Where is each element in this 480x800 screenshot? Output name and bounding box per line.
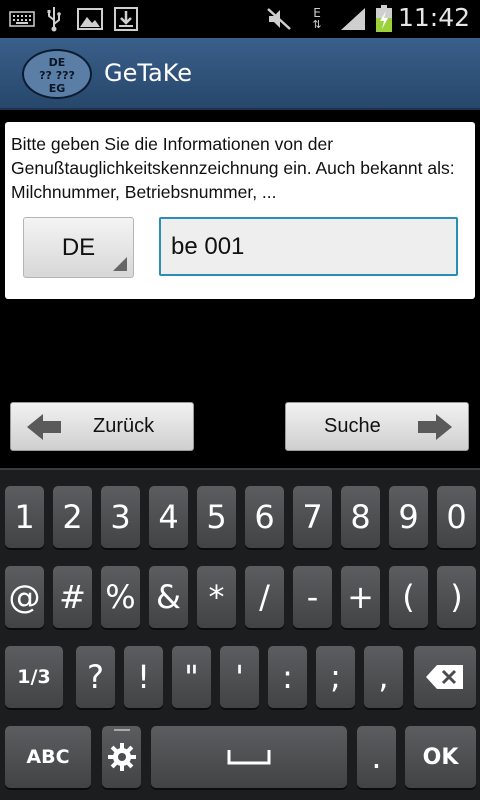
key-at[interactable]: @ <box>5 566 44 628</box>
key-7[interactable]: 7 <box>293 486 332 548</box>
title-bar: DE ?? ??? EG GeTaKe <box>0 38 480 110</box>
download-icon <box>113 6 139 32</box>
input-panel: Bitte geben Sie die Informationen von de… <box>5 122 475 299</box>
key-percent[interactable]: % <box>101 566 140 628</box>
battery-charging-icon <box>374 5 394 32</box>
key-symbols-page[interactable]: 1/3 <box>5 646 63 708</box>
key-comma[interactable]: , <box>364 646 403 708</box>
back-button-label: Zurück <box>93 415 155 437</box>
key-9[interactable]: 9 <box>389 486 428 548</box>
back-button[interactable]: Zurück <box>10 402 194 451</box>
arrow-right-icon <box>418 414 452 440</box>
code-input-value: be 001 <box>171 232 245 260</box>
key-1[interactable]: 1 <box>5 486 44 548</box>
backspace-icon <box>426 665 463 689</box>
mute-icon <box>265 6 293 32</box>
key-question[interactable]: ? <box>76 646 115 708</box>
ok-key[interactable]: OK <box>405 726 476 788</box>
gear-icon <box>107 743 136 771</box>
key-hint-bar <box>114 729 130 731</box>
space-bar-icon <box>227 750 271 765</box>
on-screen-keyboard: 1 2 3 4 5 6 7 8 9 0 @ # % & * / - + ( ) … <box>0 468 480 800</box>
key-close-paren[interactable]: ) <box>437 566 476 628</box>
key-3[interactable]: 3 <box>101 486 140 548</box>
key-slash[interactable]: / <box>245 566 284 628</box>
country-value: DE <box>61 233 96 261</box>
signal-icon <box>338 6 368 32</box>
code-input[interactable]: be 001 <box>159 217 458 276</box>
key-period[interactable]: . <box>357 726 396 788</box>
usb-icon <box>44 6 64 32</box>
key-backspace[interactable] <box>414 646 476 708</box>
country-spinner[interactable]: DE <box>23 217 134 278</box>
status-time: 11:42 <box>397 3 470 32</box>
key-ampersand[interactable]: & <box>149 566 188 628</box>
space-key[interactable] <box>151 726 347 788</box>
search-button[interactable]: Suche <box>285 402 469 451</box>
key-plus[interactable]: + <box>341 566 380 628</box>
key-5[interactable]: 5 <box>197 486 236 548</box>
key-semicolon[interactable]: ; <box>316 646 355 708</box>
key-6[interactable]: 6 <box>245 486 284 548</box>
key-asterisk[interactable]: * <box>197 566 236 628</box>
data-transfer-icon: E ⇅ <box>312 6 322 31</box>
image-icon <box>76 6 104 32</box>
key-colon[interactable]: : <box>268 646 307 708</box>
info-text: Bitte geben Sie die Informationen von de… <box>11 134 455 202</box>
arrow-left-icon <box>27 414 61 440</box>
key-abc[interactable]: ABC <box>5 726 91 788</box>
dropdown-corner-icon <box>113 257 127 271</box>
key-double-quote[interactable]: " <box>172 646 211 708</box>
status-bar: E ⇅ 11:42 <box>0 0 480 38</box>
key-minus[interactable]: - <box>293 566 332 628</box>
app-logo: DE ?? ??? EG <box>22 49 92 99</box>
key-8[interactable]: 8 <box>341 486 380 548</box>
key-single-quote[interactable]: ' <box>220 646 259 708</box>
key-0[interactable]: 0 <box>437 486 476 548</box>
settings-key[interactable] <box>102 726 141 788</box>
key-hash[interactable]: # <box>53 566 92 628</box>
key-2[interactable]: 2 <box>53 486 92 548</box>
app-title: GeTaKe <box>104 59 193 87</box>
key-4[interactable]: 4 <box>149 486 188 548</box>
key-exclamation[interactable]: ! <box>124 646 163 708</box>
search-button-label: Suche <box>324 415 381 437</box>
key-open-paren[interactable]: ( <box>389 566 428 628</box>
keyboard-icon <box>8 6 36 32</box>
